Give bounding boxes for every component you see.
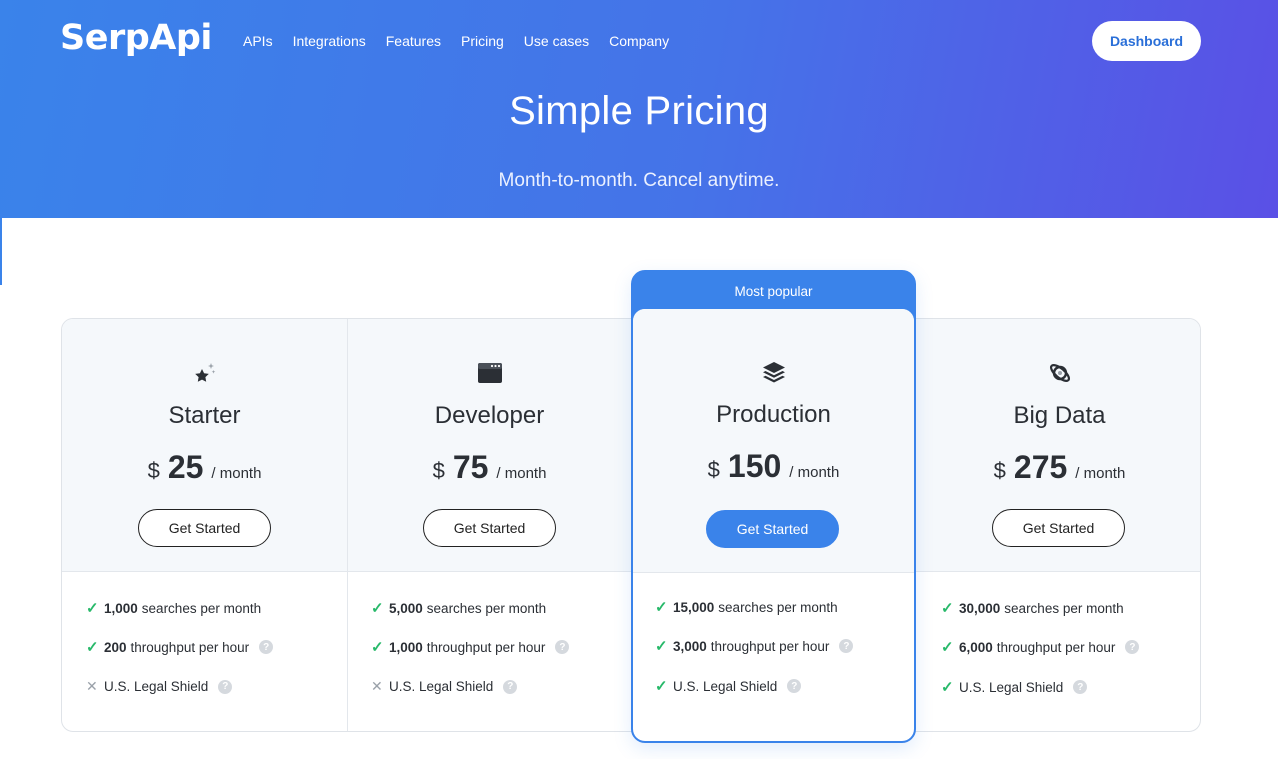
- feature-item: ✓ 1,000 searches per month: [86, 599, 261, 617]
- price-period: / month: [1075, 465, 1126, 482]
- price-period: / month: [496, 465, 547, 482]
- planet-icon: [917, 359, 1200, 387]
- price-currency: $: [432, 458, 445, 483]
- check-icon: ✓: [941, 600, 954, 617]
- price-period: / month: [211, 465, 262, 482]
- page-title: Simple Pricing: [509, 89, 769, 133]
- check-icon: ✓: [941, 639, 954, 656]
- feature-item: ✓ U.S. Legal Shield ?: [655, 677, 802, 695]
- plan-price: $ 75 / month: [347, 449, 632, 486]
- feature-value: 1,000: [389, 639, 423, 655]
- help-icon[interactable]: ?: [259, 640, 274, 654]
- feature-item: ✓ U.S. Legal Shield ?: [941, 678, 1088, 696]
- feature-item: ✓ 30,000 searches per month: [941, 599, 1124, 617]
- price-amount: 275: [1013, 449, 1068, 485]
- feature-label: throughput per hour: [130, 639, 250, 655]
- accent-rule: [0, 218, 2, 285]
- feature-item: ✓ 3,000 throughput per hour ?: [655, 637, 854, 655]
- feature-value: 15,000: [673, 599, 715, 615]
- plan-name: Production: [716, 401, 831, 428]
- price-amount: 25: [167, 449, 204, 485]
- get-started-button[interactable]: Get Started: [138, 509, 271, 547]
- feature-item: ✕ U.S. Legal Shield ?: [86, 678, 233, 695]
- check-icon: ✓: [655, 599, 668, 616]
- check-icon: ✓: [941, 679, 954, 696]
- nav-integrations[interactable]: Integrations: [293, 32, 366, 50]
- help-icon[interactable]: ?: [787, 679, 802, 693]
- hero-banner: SerpApi APIs Integrations Features Prici…: [0, 0, 1278, 218]
- get-started-button[interactable]: Get Started: [423, 509, 556, 547]
- main-nav: APIs Integrations Features Pricing Use c…: [243, 32, 689, 50]
- plan-price: $ 275 / month: [917, 449, 1200, 486]
- nav-use-cases[interactable]: Use cases: [524, 32, 589, 50]
- help-icon[interactable]: ?: [1073, 680, 1088, 694]
- nav-apis[interactable]: APIs: [243, 32, 273, 50]
- price-currency: $: [707, 457, 720, 482]
- plan-name: Big Data: [1013, 402, 1106, 429]
- feature-item: ✕ U.S. Legal Shield ?: [371, 678, 518, 695]
- feature-value: 6,000: [959, 639, 993, 655]
- feature-label: throughput per hour: [710, 638, 830, 654]
- help-icon[interactable]: ?: [218, 679, 233, 694]
- feature-value: 1,000: [104, 600, 138, 616]
- plan-big-data: Big Data $ 275 / month Get Started ✓ 30,…: [917, 319, 1200, 731]
- price-amount: 150: [727, 448, 782, 484]
- plan-starter: Starter $ 25 / month Get Started ✓ 1,000…: [62, 319, 347, 731]
- page-subtitle: Month-to-month. Cancel anytime.: [498, 170, 780, 191]
- feature-label: U.S. Legal Shield: [389, 679, 494, 694]
- check-icon: ✓: [371, 600, 384, 617]
- check-icon: ✓: [655, 678, 668, 695]
- nav-company[interactable]: Company: [609, 32, 669, 50]
- plan-production: Most popular Production $ 150 / month Ge…: [631, 270, 916, 743]
- help-icon[interactable]: ?: [503, 679, 518, 694]
- help-icon[interactable]: ?: [839, 639, 854, 653]
- check-icon: ✓: [655, 638, 668, 655]
- feature-label: throughput per hour: [996, 639, 1116, 655]
- feature-label: U.S. Legal Shield: [959, 679, 1064, 695]
- feature-value: 5,000: [389, 600, 423, 616]
- nav-pricing[interactable]: Pricing: [461, 32, 504, 50]
- star-sparkle-icon: [62, 359, 347, 387]
- plan-price: $ 25 / month: [62, 449, 347, 486]
- plan-name: Starter: [168, 402, 241, 429]
- price-amount: 75: [452, 449, 489, 485]
- feature-item: ✓ 15,000 searches per month: [655, 598, 838, 616]
- check-icon: ✓: [371, 639, 384, 656]
- plan-price: $ 150 / month: [633, 448, 914, 485]
- nav-features[interactable]: Features: [386, 32, 441, 50]
- feature-value: 30,000: [959, 600, 1001, 616]
- browser-window-icon: [347, 359, 632, 387]
- price-currency: $: [147, 458, 160, 483]
- feature-label: searches per month: [1004, 600, 1124, 616]
- price-period: / month: [789, 464, 840, 481]
- layers-icon: [633, 358, 914, 386]
- help-icon[interactable]: ?: [1125, 640, 1140, 654]
- plan-name: Developer: [434, 402, 545, 429]
- feature-item: ✓ 200 throughput per hour ?: [86, 638, 274, 656]
- get-started-button[interactable]: Get Started: [992, 509, 1125, 547]
- feature-value: 200: [104, 639, 127, 655]
- dashboard-button[interactable]: Dashboard: [1092, 21, 1201, 61]
- feature-item: ✓ 5,000 searches per month: [371, 599, 546, 617]
- feature-label: throughput per hour: [426, 639, 546, 655]
- help-icon[interactable]: ?: [555, 640, 570, 654]
- feature-label: U.S. Legal Shield: [104, 679, 209, 694]
- serpapi-logo[interactable]: SerpApi: [60, 18, 212, 58]
- check-icon: ✓: [86, 600, 99, 617]
- feature-value: 3,000: [673, 638, 707, 654]
- cross-icon: ✕: [371, 678, 383, 694]
- get-started-button[interactable]: Get Started: [706, 510, 839, 548]
- feature-item: ✓ 1,000 throughput per hour ?: [371, 638, 570, 656]
- feature-item: ✓ 6,000 throughput per hour ?: [941, 638, 1140, 656]
- check-icon: ✓: [86, 639, 99, 656]
- plan-developer: Developer $ 75 / month Get Started ✓ 5,0…: [347, 319, 632, 731]
- cross-icon: ✕: [86, 678, 98, 694]
- feature-label: searches per month: [718, 599, 838, 615]
- popular-card-body: Production $ 150 / month Get Started ✓ 1…: [633, 309, 914, 741]
- feature-label: searches per month: [141, 600, 262, 616]
- feature-label: U.S. Legal Shield: [673, 678, 778, 694]
- feature-label: searches per month: [426, 600, 547, 616]
- price-currency: $: [993, 458, 1006, 483]
- most-popular-badge: Most popular: [734, 284, 813, 299]
